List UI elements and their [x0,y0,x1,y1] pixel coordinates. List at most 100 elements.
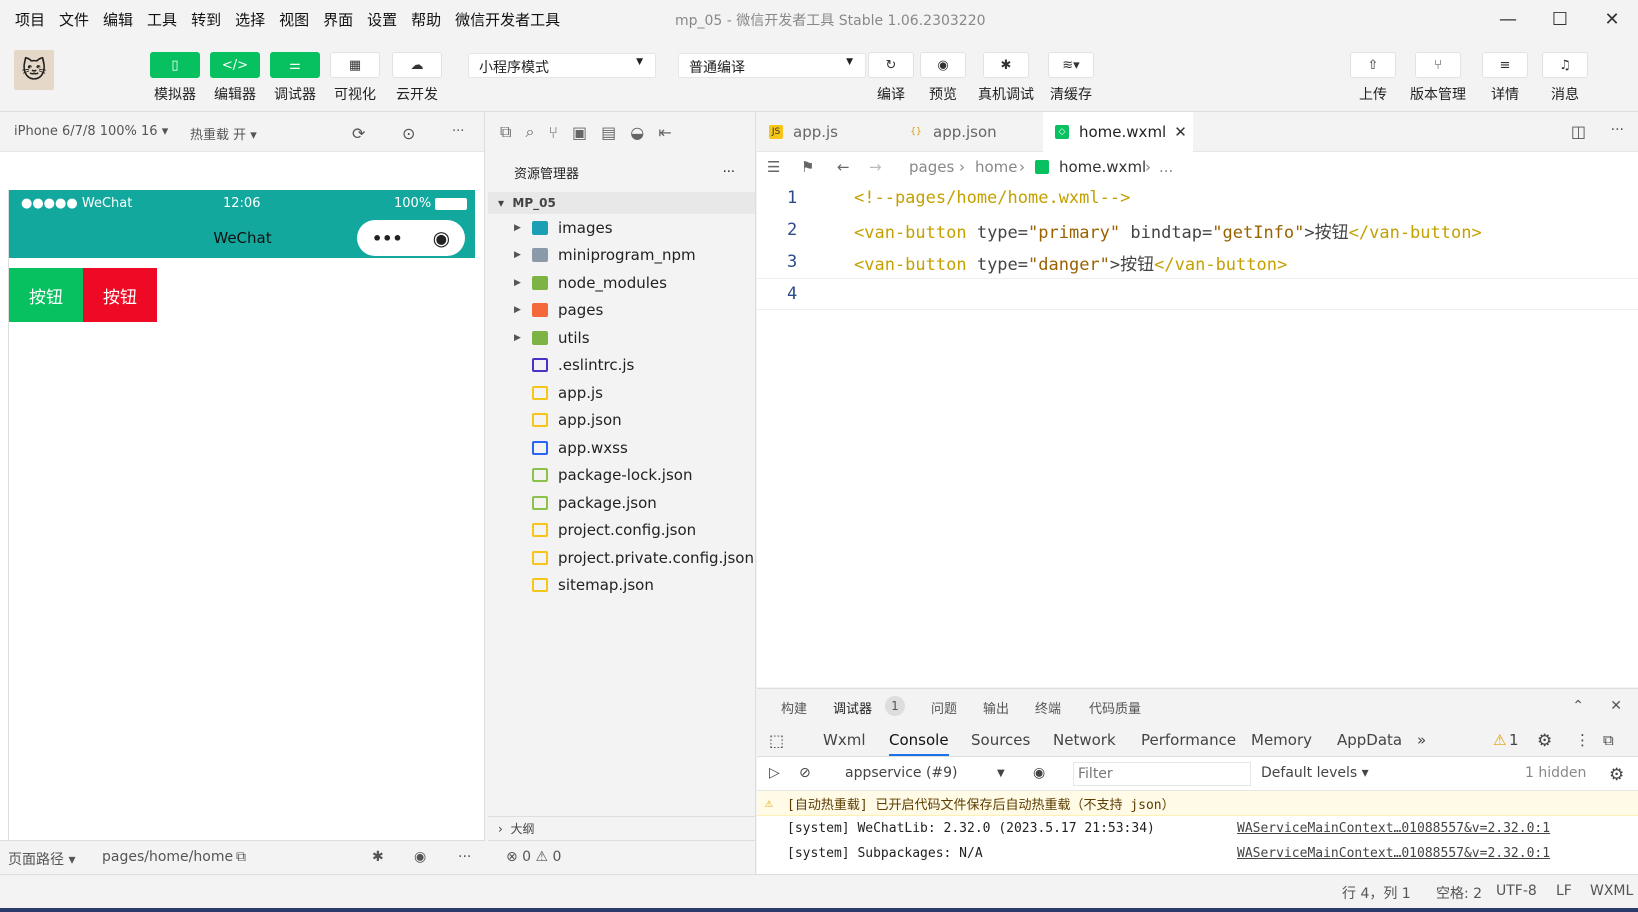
eol[interactable]: LF [1556,883,1572,899]
cloud-button[interactable]: ☁ 云开发 [392,52,442,104]
source-link[interactable]: WAServiceMainContext…01088557&v=2.32.0:1 [1237,846,1550,861]
file-tree-item[interactable]: project.private.config.json [488,544,755,572]
version-button[interactable]: ⑂ 版本管理 [1410,52,1466,104]
preview-button[interactable]: ◉ 预览 [920,52,966,104]
menu-edit[interactable]: 编辑 [96,9,140,30]
chevron-right-icon[interactable]: ▶ [514,278,521,288]
indent-setting[interactable]: 空格: 2 [1436,883,1482,903]
file-tree-item[interactable]: project.config.json [488,517,755,545]
gear-icon[interactable]: ⚙ [1537,731,1552,751]
simulator-toggle[interactable]: ▯ 模拟器 [150,52,200,104]
tab-app-json[interactable]: {} app.json [897,112,1043,152]
encoding[interactable]: UTF-8 [1496,883,1537,899]
forward-icon[interactable]: → [869,158,882,176]
maximize-button[interactable]: ☐ [1534,0,1586,38]
clear-console-icon[interactable]: ⊘ [799,765,811,781]
more-dots-icon[interactable]: ••• [372,229,403,248]
storage-icon[interactable]: ▤ [601,123,616,142]
project-root[interactable]: ▾ MP_05 [488,192,755,214]
menu-file[interactable]: 文件 [52,9,96,30]
split-editor-icon[interactable]: ◫ [1571,122,1586,141]
code-area[interactable]: 1 <!--pages/home/home.wxml--> 2 <van-button… [757,182,1638,310]
context-select[interactable]: appservice (#9) [845,765,958,781]
page-path-select[interactable]: 页面路径 ▾ [8,849,75,869]
tab-console[interactable]: Console [889,731,949,756]
tab-home-wxml[interactable]: ◇ home.wxml ✕ [1043,112,1193,152]
menu-project[interactable]: 项目 [8,9,52,30]
chevron-right-icon[interactable]: ▶ [514,223,521,233]
user-avatar[interactable]: 🐱 [14,50,54,90]
crumb-home[interactable]: home [975,158,1018,176]
menu-tools[interactable]: 工具 [140,9,184,30]
menu-interface[interactable]: 界面 [316,9,360,30]
sidebar-toggle-icon[interactable]: ▷ [769,765,780,781]
code-line[interactable]: 2 <van-button type="primary" bindtap="get… [757,214,1638,246]
stop-icon[interactable]: ⊙ [402,124,415,143]
source-link[interactable]: WAServiceMainContext…01088557&v=2.32.0:1 [1237,821,1550,836]
chevron-right-icon[interactable]: ▶ [514,250,521,260]
cursor-position[interactable]: 行 4，列 1 [1342,883,1411,903]
tab-problems[interactable]: 问题 [931,698,957,717]
file-tree-item[interactable]: app.wxss [488,434,755,462]
chevron-right-icon[interactable]: ▶ [514,333,521,343]
menu-select[interactable]: 选择 [228,9,272,30]
menu-view[interactable]: 视图 [272,9,316,30]
search-icon[interactable]: ⌕ [525,122,534,142]
bookmark-icon[interactable]: ⚑ [801,158,814,176]
close-window-button[interactable]: ✕ [1586,0,1638,38]
filter-input[interactable] [1073,762,1251,786]
collapse-icon[interactable]: ⇤ [658,123,671,142]
caret-down-icon[interactable]: ▼ [997,768,1005,779]
docker-icon[interactable]: ◒ [630,123,644,142]
compile-button[interactable]: ↻ 编译 [868,52,914,104]
tab-build[interactable]: 构建 [781,698,807,717]
device-select[interactable]: iPhone 6/7/8 100% 16 ▾ [14,124,168,139]
more-icon[interactable]: ··· [458,849,471,865]
explorer-more-icon[interactable]: ··· [723,165,735,180]
upload-button[interactable]: ⇧ 上传 [1350,52,1396,104]
file-tree-item[interactable]: ▶ images [488,214,755,242]
danger-button[interactable]: 按钮 [83,268,157,322]
tab-terminal[interactable]: 终端 [1035,698,1061,717]
code-line[interactable]: 1 <!--pages/home/home.wxml--> [757,182,1638,214]
more-icon[interactable]: ··· [1611,122,1624,138]
tab-network[interactable]: Network [1053,731,1116,749]
tab-appdata[interactable]: AppData [1337,731,1402,749]
tab-debugger[interactable]: 调试器 [833,698,872,717]
clear-cache-button[interactable]: ≋▾ 清缓存 [1048,52,1094,104]
kebab-icon[interactable]: ⋮ [1575,731,1590,749]
menu-settings[interactable]: 设置 [360,9,404,30]
message-button[interactable]: ♫ 消息 [1542,52,1588,104]
file-tree-item[interactable]: package-lock.json [488,462,755,490]
tab-wxml[interactable]: Wxml [823,731,866,749]
tab-code-quality[interactable]: 代码质量 [1089,698,1141,717]
capsule-menu[interactable]: ••• ◉ [357,220,465,256]
outline-toggle-icon[interactable]: ☰ [767,158,780,176]
detail-button[interactable]: ≡ 详情 [1482,52,1528,104]
code-line[interactable]: 3 <van-button type="danger">按钮</van-butto… [757,246,1638,278]
file-tree-item[interactable]: app.json [488,407,755,435]
crumb-pages[interactable]: pages [909,158,954,176]
file-tree-item[interactable]: ▶ node_modules [488,269,755,297]
target-icon[interactable]: ◉ [433,226,450,250]
collapse-panel-icon[interactable]: ⌃ [1572,698,1584,714]
eye-icon[interactable]: ◉ [414,849,426,865]
levels-select[interactable]: Default levels ▾ [1261,765,1369,781]
file-tree-item[interactable]: ▶ utils [488,324,755,352]
hotreload-select[interactable]: 热重载 开 ▾ [190,124,257,143]
visual-toggle[interactable]: ▦ 可视化 [330,52,380,104]
more-icon[interactable]: ··· [452,124,464,139]
menu-devtools[interactable]: 微信开发者工具 [448,9,567,30]
eye-icon[interactable]: ◉ [1033,765,1045,781]
file-tree-item[interactable]: app.js [488,379,755,407]
problems-indicator[interactable]: ⊗ 0 ⚠ 0 [488,840,756,874]
outline-section[interactable]: › 大纲 [488,816,756,840]
crumb-more[interactable]: ... [1159,158,1173,176]
code-line[interactable]: 4 [757,278,1638,310]
more-tabs-icon[interactable]: » [1417,731,1426,749]
extensions-icon[interactable]: ▣ [572,123,587,142]
file-tree-item[interactable]: ▶ pages [488,297,755,325]
tab-output[interactable]: 输出 [983,698,1009,717]
debugger-toggle[interactable]: ⚌ 调试器 [270,52,320,104]
primary-button[interactable]: 按钮 [9,268,83,322]
